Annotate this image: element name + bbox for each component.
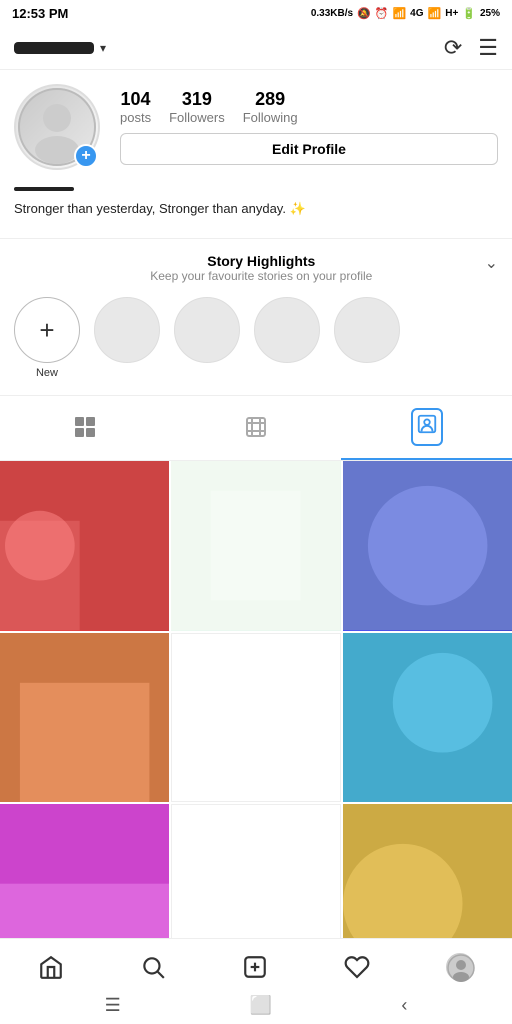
nav-icons: ⟳ ☰ — [444, 35, 498, 61]
nav-add[interactable] — [232, 950, 278, 984]
network-4g: 4G — [410, 8, 423, 19]
profile-stats-area: 104 posts 319 Followers 289 Following Ed… — [120, 89, 498, 165]
clock-icon: ⏰ — [375, 7, 389, 20]
highlights-header: Story Highlights Keep your favourite sto… — [0, 253, 512, 283]
highlight-item-1[interactable] — [94, 297, 160, 379]
photo-cell-5[interactable] — [171, 633, 340, 802]
highlights-row: + New — [0, 287, 512, 383]
following-label: Following — [243, 110, 298, 125]
tab-tagged[interactable] — [341, 396, 512, 460]
network-speed: 0.33KB/s — [311, 8, 353, 19]
avatar-wrap: + — [14, 84, 100, 170]
heart-icon — [344, 954, 370, 980]
new-highlight-label: New — [36, 367, 58, 379]
photo-6 — [343, 633, 512, 802]
highlights-title-wrap: Story Highlights Keep your favourite sto… — [38, 253, 485, 283]
username-box[interactable]: ▾ — [14, 41, 106, 55]
highlight-circle-3[interactable] — [254, 297, 320, 363]
bottom-nav-row — [0, 939, 512, 989]
bio-text: Stronger than yesterday, Stronger than a… — [14, 200, 498, 218]
plus-icon: + — [39, 315, 54, 346]
bio-name — [14, 187, 74, 191]
top-nav: ▾ ⟳ ☰ — [0, 27, 512, 70]
username-label[interactable] — [14, 42, 94, 54]
nav-home[interactable] — [28, 950, 74, 984]
highlight-circle-2[interactable] — [174, 297, 240, 363]
posts-label: posts — [120, 110, 151, 125]
home-icon — [38, 954, 64, 980]
highlight-circle-1[interactable] — [94, 297, 160, 363]
profile-main: + 104 posts 319 Followers 289 Following … — [14, 84, 498, 170]
status-time: 12:53 PM — [12, 6, 68, 21]
followers-count: 319 — [182, 89, 212, 110]
following-stat[interactable]: 289 Following — [243, 89, 298, 125]
tab-grid[interactable] — [0, 396, 171, 460]
photo-2-overlay — [171, 461, 340, 630]
dropdown-icon[interactable]: ▾ — [100, 41, 106, 55]
photo-cell-2[interactable] — [171, 461, 340, 630]
new-highlight-item[interactable]: + New — [14, 297, 80, 379]
highlight-circle-4[interactable] — [334, 297, 400, 363]
bottom-nav: ☰ ⬜ ‹ — [0, 938, 512, 1024]
tagged-icon — [416, 413, 438, 435]
add-story-button[interactable]: + — [74, 144, 98, 168]
status-bar: 12:53 PM 0.33KB/s 🔕 ⏰ 📶 4G 📶 H+ 🔋 25% — [0, 0, 512, 27]
profile-avatar-svg — [447, 954, 475, 982]
photo-3 — [343, 461, 512, 630]
sys-back-icon[interactable]: ‹ — [401, 995, 407, 1016]
highlights-subtitle: Keep your favourite stories on your prof… — [38, 269, 485, 283]
tagged-icon-box — [411, 408, 443, 446]
battery-percent: 25% — [480, 8, 500, 19]
posts-count: 104 — [121, 89, 151, 110]
grid-icon — [73, 415, 97, 439]
signal-icon-2: 📶 — [428, 7, 442, 20]
add-icon — [242, 954, 268, 980]
nav-profile[interactable] — [436, 949, 484, 985]
profile-section: + 104 posts 319 Followers 289 Following … — [0, 70, 512, 228]
photo-1 — [0, 461, 169, 630]
highlight-item-3[interactable] — [254, 297, 320, 379]
sys-home-icon[interactable]: ⬜ — [250, 995, 272, 1016]
highlights-title: Story Highlights — [38, 253, 485, 269]
reels-icon — [244, 415, 268, 439]
mute-icon: 🔕 — [357, 7, 371, 20]
chevron-up-icon[interactable]: ⌄ — [485, 253, 498, 273]
profile-stats: 104 posts 319 Followers 289 Following — [120, 89, 498, 125]
profile-bio: Stronger than yesterday, Stronger than a… — [14, 182, 498, 218]
following-count: 289 — [255, 89, 285, 110]
edit-profile-button[interactable]: Edit Profile — [120, 133, 498, 165]
photo-grid — [0, 461, 512, 973]
search-icon — [140, 954, 166, 980]
highlight-item-2[interactable] — [174, 297, 240, 379]
photo-cell-6[interactable] — [343, 633, 512, 802]
profile-avatar-thumb[interactable] — [446, 953, 474, 981]
tab-reels[interactable] — [171, 396, 342, 460]
status-right: 0.33KB/s 🔕 ⏰ 📶 4G 📶 H+ 🔋 25% — [311, 7, 500, 20]
menu-icon[interactable]: ☰ — [478, 35, 498, 61]
highlight-item-4[interactable] — [334, 297, 400, 379]
sys-menu-icon[interactable]: ☰ — [105, 995, 121, 1016]
battery-icon: 🔋 — [462, 7, 476, 20]
nav-heart[interactable] — [334, 950, 380, 984]
photo-cell-1[interactable] — [0, 461, 169, 630]
followers-stat[interactable]: 319 Followers — [169, 89, 225, 125]
highlights-section: Story Highlights Keep your favourite sto… — [0, 238, 512, 396]
signal-icon: 📶 — [392, 7, 406, 20]
bottom-system-bar: ☰ ⬜ ‹ — [0, 989, 512, 1024]
network-hplus: H+ — [445, 8, 458, 19]
photo-4 — [0, 633, 169, 802]
posts-stat[interactable]: 104 posts — [120, 89, 151, 125]
history-icon[interactable]: ⟳ — [444, 35, 462, 61]
photo-cell-3[interactable] — [343, 461, 512, 630]
followers-label: Followers — [169, 110, 225, 125]
tab-bar — [0, 396, 512, 461]
nav-search[interactable] — [130, 950, 176, 984]
new-highlight-circle[interactable]: + — [14, 297, 80, 363]
photo-cell-4[interactable] — [0, 633, 169, 802]
